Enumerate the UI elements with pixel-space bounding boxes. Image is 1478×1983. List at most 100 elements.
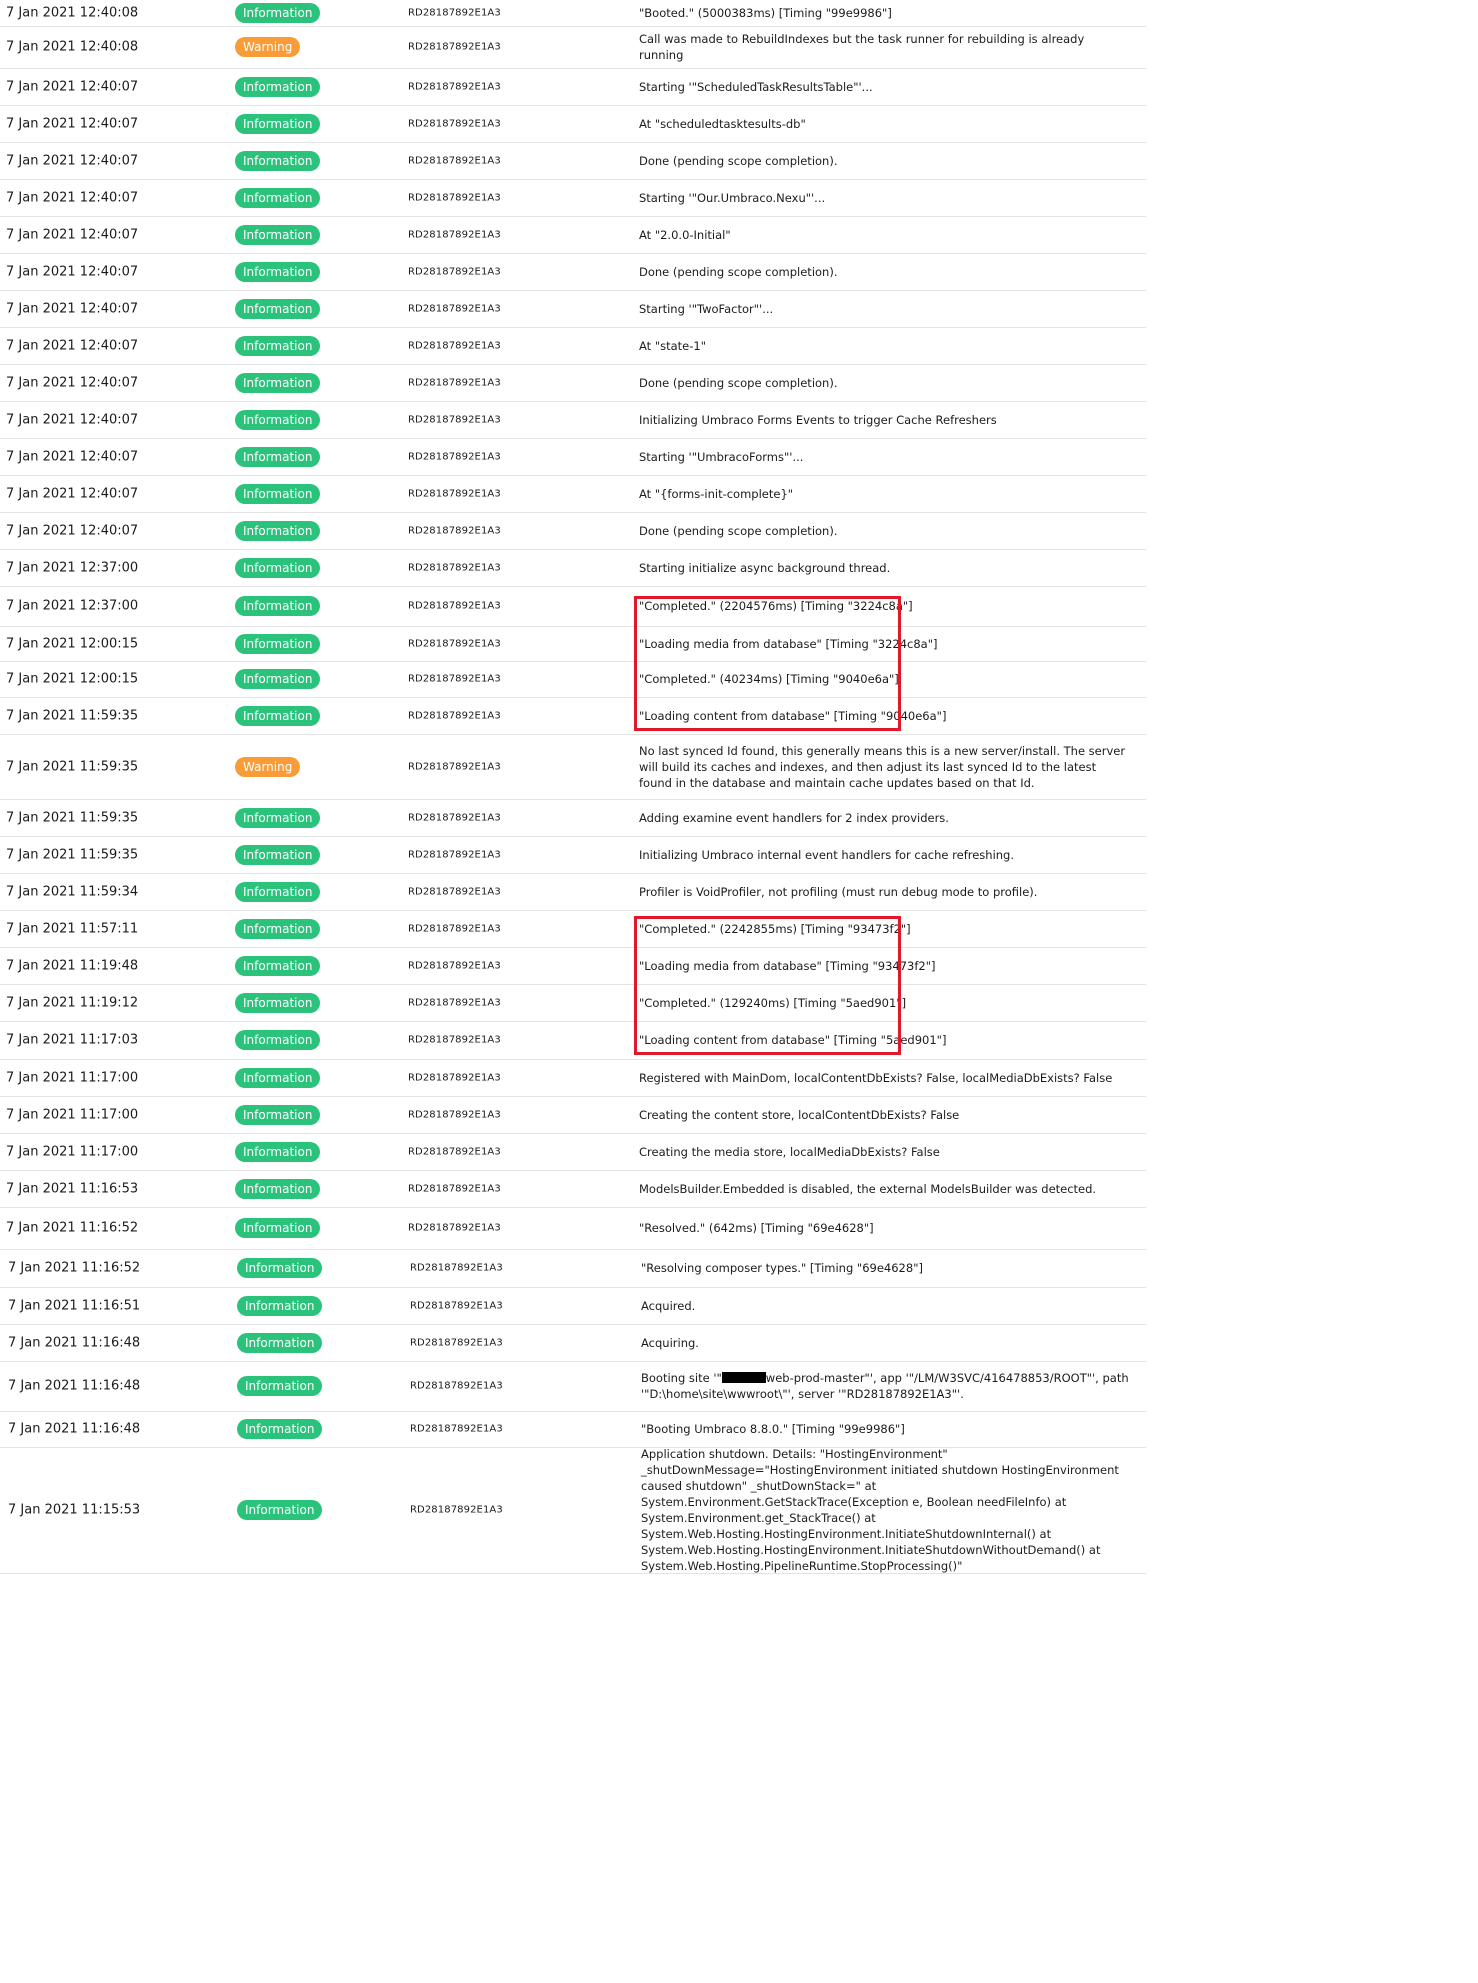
log-row[interactable]: 7 Jan 2021 11:17:00 Information RD28187892… (0, 1096, 1146, 1134)
machine-name: RD28187892E1A3 (408, 638, 501, 649)
log-row[interactable]: 7 Jan 2021 12:40:07 Information RD28187892… (0, 253, 1146, 291)
log-row[interactable]: 7 Jan 2021 12:40:07 Information RD28187892… (0, 290, 1146, 328)
level-badge-container: Information (235, 76, 321, 97)
log-message: Starting '"UmbracoForms"'... (639, 449, 804, 464)
log-message: Profiler is VoidProfiler, not profiling … (639, 884, 1038, 899)
information-badge: Information (235, 1218, 321, 1238)
log-message: Initializing Umbraco internal event hand… (639, 847, 1015, 862)
information-badge: Information (235, 557, 321, 578)
information-badge: Information (235, 1104, 321, 1125)
log-row[interactable]: 7 Jan 2021 11:59:35 Information RD28187892… (0, 836, 1146, 874)
log-row[interactable]: 7 Jan 2021 11:16:52 Information RD28187892… (0, 1207, 1146, 1250)
information-badge: Information (235, 807, 321, 828)
log-row[interactable]: 7 Jan 2021 11:59:35 Information RD28187892… (0, 799, 1146, 837)
information-badge: Information (235, 1030, 321, 1050)
machine-name: RD28187892E1A3 (408, 812, 501, 823)
log-message: "Loading media from database" [Timing "9… (639, 958, 936, 973)
machine-name: RD28187892E1A3 (408, 710, 501, 721)
log-timestamp: 7 Jan 2021 12:40:07 (6, 153, 139, 168)
log-timestamp: 7 Jan 2021 12:40:07 (6, 264, 139, 279)
log-timestamp: 7 Jan 2021 12:00:15 (6, 636, 139, 651)
log-row[interactable]: 7 Jan 2021 12:40:07 Information RD28187892… (0, 179, 1146, 217)
log-row[interactable]: 7 Jan 2021 11:16:48 Information RD28187892… (0, 1361, 1146, 1412)
log-row[interactable]: 7 Jan 2021 12:40:08 Warning RD28187892E1A3… (0, 26, 1146, 69)
log-timestamp: 7 Jan 2021 11:59:35 (6, 759, 139, 774)
machine-name: RD28187892E1A3 (408, 118, 501, 129)
log-timestamp: 7 Jan 2021 11:16:51 (8, 1298, 141, 1313)
log-message: "Completed." (2242855ms) [Timing "93473f… (639, 921, 911, 936)
information-badge: Information (235, 409, 321, 430)
machine-name: RD28187892E1A3 (408, 1072, 501, 1083)
warning-badge: Warning (235, 37, 301, 57)
log-row[interactable]: 7 Jan 2021 12:40:08 Information RD28187892… (0, 0, 1146, 27)
machine-name: RD28187892E1A3 (408, 600, 501, 612)
log-timestamp: 7 Jan 2021 12:40:07 (6, 79, 139, 94)
log-timestamp: 7 Jan 2021 12:40:07 (6, 523, 139, 538)
log-row[interactable]: 7 Jan 2021 11:19:48 Information RD28187892… (0, 947, 1146, 985)
log-row[interactable]: 7 Jan 2021 12:40:07 Information RD28187892… (0, 401, 1146, 439)
log-message: "Booted." (5000383ms) [Timing "99e9986"] (639, 6, 892, 20)
log-list: 7 Jan 2021 12:40:08 Information RD28187892… (0, 0, 1148, 1983)
log-row[interactable]: 7 Jan 2021 11:16:48 Information RD28187892… (0, 1324, 1146, 1362)
log-message: Acquiring. (641, 1335, 699, 1350)
level-badge-container: Information (235, 3, 321, 23)
log-timestamp: 7 Jan 2021 11:59:35 (6, 708, 139, 723)
level-badge-container: Information (235, 520, 321, 541)
log-row[interactable]: 7 Jan 2021 11:16:51 Information RD28187892… (0, 1287, 1146, 1325)
log-row[interactable]: 7 Jan 2021 12:40:07 Information RD28187892… (0, 105, 1146, 143)
log-row[interactable]: 7 Jan 2021 12:40:07 Information RD28187892… (0, 364, 1146, 402)
information-badge: Information (237, 1332, 323, 1353)
machine-name: RD28187892E1A3 (408, 488, 501, 499)
log-timestamp: 7 Jan 2021 12:37:00 (6, 560, 139, 575)
log-message: Acquired. (641, 1298, 696, 1313)
log-row[interactable]: 7 Jan 2021 11:17:00 Information RD28187892… (0, 1133, 1146, 1171)
level-badge-container: Information (235, 446, 321, 467)
log-message: "Booting Umbraco 8.8.0." [Timing "99e998… (641, 1422, 905, 1436)
log-message: "Loading content from database" [Timing … (639, 1033, 947, 1047)
log-row[interactable]: 7 Jan 2021 12:40:07 Information RD28187892… (0, 68, 1146, 106)
log-message: Done (pending scope completion). (639, 153, 838, 168)
log-timestamp: 7 Jan 2021 11:16:52 (6, 1220, 139, 1236)
log-row[interactable]: 7 Jan 2021 12:40:07 Information RD28187892… (0, 216, 1146, 254)
level-badge-container: Information (237, 1258, 323, 1278)
log-row[interactable]: 7 Jan 2021 11:59:35 Information RD28187892… (0, 697, 1146, 735)
machine-name: RD28187892E1A3 (408, 1034, 501, 1046)
log-message: "Completed." (40234ms) [Timing "9040e6a"… (639, 672, 899, 686)
log-message: Initializing Umbraco Forms Events to tri… (639, 412, 997, 427)
log-row[interactable]: 7 Jan 2021 12:40:07 Information RD28187892… (0, 327, 1146, 365)
log-row[interactable]: 7 Jan 2021 11:15:53 Information RD28187892… (0, 1447, 1146, 1574)
log-row[interactable]: 7 Jan 2021 11:17:03 Information RD28187892… (0, 1021, 1146, 1060)
log-row[interactable]: 7 Jan 2021 11:59:34 Information RD28187892… (0, 873, 1146, 911)
log-row[interactable]: 7 Jan 2021 12:37:00 Information RD28187892… (0, 549, 1146, 587)
log-row[interactable]: 7 Jan 2021 11:59:35 Warning RD28187892E1A3… (0, 734, 1146, 800)
log-row[interactable]: 7 Jan 2021 12:40:07 Information RD28187892… (0, 438, 1146, 476)
machine-name: RD28187892E1A3 (408, 414, 501, 425)
log-row[interactable]: 7 Jan 2021 11:57:11 Information RD28187892… (0, 910, 1146, 948)
information-badge: Information (235, 261, 321, 282)
log-timestamp: 7 Jan 2021 12:40:07 (6, 375, 139, 390)
log-row[interactable]: 7 Jan 2021 11:16:53 Information RD28187892… (0, 1170, 1146, 1208)
machine-name: RD28187892E1A3 (408, 761, 501, 772)
log-row[interactable]: 7 Jan 2021 11:16:48 Information RD28187892… (0, 1411, 1146, 1448)
machine-name: RD28187892E1A3 (410, 1380, 503, 1392)
log-timestamp: 7 Jan 2021 11:17:00 (6, 1070, 139, 1085)
log-row[interactable]: 7 Jan 2021 12:40:07 Information RD28187892… (0, 142, 1146, 180)
log-row[interactable]: 7 Jan 2021 11:17:00 Information RD28187892… (0, 1059, 1146, 1097)
level-badge-container: Information (235, 992, 321, 1013)
log-message: Done (pending scope completion). (639, 523, 838, 538)
log-row[interactable]: 7 Jan 2021 12:37:00 Information RD28187892… (0, 586, 1146, 627)
log-row[interactable]: 7 Jan 2021 12:40:07 Information RD28187892… (0, 475, 1146, 513)
log-row[interactable]: 7 Jan 2021 11:19:12 Information RD28187892… (0, 984, 1146, 1022)
information-badge: Information (235, 669, 321, 689)
log-message: Creating the media store, localMediaDbEx… (639, 1144, 940, 1159)
information-badge: Information (235, 150, 321, 171)
log-message: Call was made to RebuildIndexes but the … (639, 32, 1088, 62)
information-badge: Information (235, 187, 321, 208)
level-badge-container: Information (235, 409, 321, 430)
log-row[interactable]: 7 Jan 2021 12:40:07 Information RD28187892… (0, 512, 1146, 550)
information-badge: Information (235, 298, 321, 319)
log-row[interactable]: 7 Jan 2021 11:16:52 Information RD28187892… (0, 1249, 1146, 1288)
log-row[interactable]: 7 Jan 2021 12:00:15 Information RD28187892… (0, 661, 1146, 698)
log-row[interactable]: 7 Jan 2021 12:00:15 Information RD28187892… (0, 626, 1146, 662)
machine-name: RD28187892E1A3 (408, 997, 501, 1008)
